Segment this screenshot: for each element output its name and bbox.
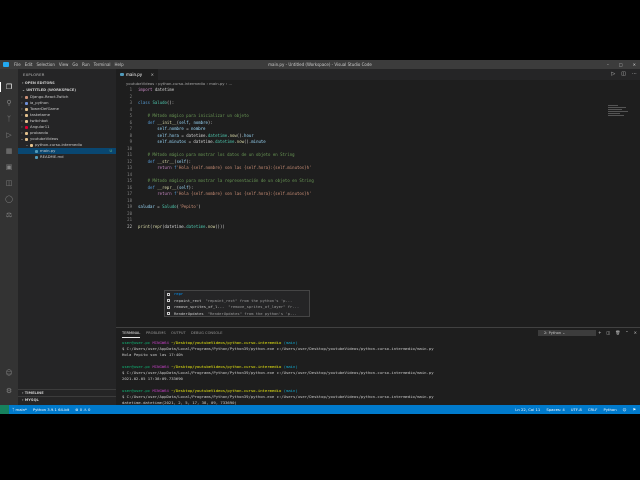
folder-icon — [25, 137, 28, 141]
suggestion-item[interactable]: RenderUpdates "RenderUpdates" from the py… — [165, 311, 309, 318]
breadcrumb-item[interactable]: main.py — [209, 81, 224, 86]
terminal-output[interactable]: user@user-pc MINGW64 ~/Desktop/youtubeVi… — [122, 340, 632, 411]
bottom-panel: TERMINAL PROBLEMS OUTPUT DEBUG CONSOLE 2… — [116, 327, 640, 411]
extensions-icon[interactable]: ▦ — [5, 147, 13, 155]
settings-gear-icon[interactable]: ⚙ — [5, 387, 13, 395]
editor-area: main.py × ▷ ◫ ⋯ youtubeVideos › python-c… — [116, 69, 640, 411]
feedback-icon[interactable]: ☺ — [623, 405, 627, 414]
breadcrumb-item[interactable]: youtubeVideos — [126, 81, 154, 86]
folder-icon — [25, 95, 28, 99]
timeline-section[interactable]: › TIMELINE — [18, 389, 116, 396]
explorer-icon[interactable]: ❐ — [5, 83, 13, 91]
open-editors-section[interactable]: › OPEN EDITORS — [18, 80, 116, 87]
folder-icon — [25, 125, 28, 129]
file-icon — [35, 155, 38, 159]
remote-explorer-icon[interactable]: ▣ — [5, 163, 13, 171]
database-icon[interactable]: ◯ — [5, 195, 13, 203]
folder-icon — [25, 119, 28, 123]
class-icon — [167, 312, 170, 315]
account-icon[interactable]: ☺ — [5, 369, 13, 377]
workspace-section[interactable]: ⌄ UNTITLED (WORKSPACE) — [18, 87, 116, 94]
tab-main-py[interactable]: main.py × — [116, 69, 158, 80]
explorer-sidebar: EXPLORER › OPEN EDITORS ⌄ UNTITLED (WORK… — [18, 69, 116, 405]
code-line: return f'Hola {self.nombre} son las {sel… — [157, 191, 312, 196]
tab-terminal[interactable]: TERMINAL — [122, 328, 141, 338]
breadcrumb: youtubeVideos › python-curso-intermedio … — [126, 81, 233, 86]
code-line: class Saludo(): — [138, 100, 175, 105]
tab-problems[interactable]: PROBLEMS — [146, 328, 166, 338]
tab-debug-console[interactable]: DEBUG CONSOLE — [191, 328, 222, 338]
source-control-icon[interactable]: ᛉ — [5, 115, 13, 123]
folder-icon — [25, 101, 28, 105]
tab-output[interactable]: OUTPUT — [171, 328, 186, 338]
close-icon[interactable]: ✕ — [633, 60, 636, 69]
tree-item[interactable]: README.md — [18, 154, 116, 160]
testing-icon[interactable]: ⚖ — [5, 211, 13, 219]
folder-icon — [25, 131, 28, 135]
file-tree: › Django-React-Twitch › ia_python › TowerDefG… — [18, 94, 116, 160]
function-icon — [167, 305, 170, 309]
breadcrumb-item[interactable]: python-curso-intermedio — [158, 81, 205, 86]
editor-actions: ▷ ◫ ⋯ — [611, 69, 637, 80]
editor-tabs: main.py × ▷ ◫ ⋯ — [116, 69, 640, 80]
file-icon — [35, 149, 38, 153]
maximize-panel-icon[interactable]: ⌃ — [625, 328, 628, 338]
python-interpreter[interactable]: Python 3.9.1 64-bit — [33, 405, 69, 414]
run-file-icon[interactable]: ▷ — [611, 69, 615, 80]
autocomplete-widget: repr repaint_rect "repaint_rect" from the… — [164, 290, 310, 317]
tab-close-icon[interactable]: × — [151, 69, 154, 80]
code-line: print(repr(datetime.datetime.now())) — [138, 223, 225, 229]
run-debug-icon[interactable]: ▷ — [5, 131, 13, 139]
branch-status[interactable]: ᛉ main* — [12, 405, 27, 414]
title-bar: File Edit Selection View Go Run Terminal… — [0, 60, 640, 69]
split-editor-icon[interactable]: ◫ — [621, 69, 626, 80]
tree-item-label: README.md — [40, 154, 64, 159]
minimize-icon[interactable]: – — [607, 60, 609, 69]
close-panel-icon[interactable]: × — [634, 328, 637, 338]
terminal-select[interactable]: 2: Python ⌄ — [538, 330, 596, 336]
minimap[interactable] — [608, 105, 630, 119]
more-actions-icon[interactable]: ⋯ — [632, 69, 637, 80]
remote-indicator-icon[interactable] — [0, 405, 9, 414]
window-title: main.py - Untitled (Workspace) - Visual … — [268, 62, 372, 67]
mysql-section[interactable]: › MYSQL — [18, 396, 116, 403]
tab-label: main.py — [126, 72, 143, 77]
function-icon — [167, 299, 170, 302]
explorer-header: EXPLORER — [23, 72, 45, 77]
language-mode[interactable]: Python — [603, 405, 616, 414]
breadcrumb-item[interactable]: ... — [228, 81, 232, 86]
cursor-position[interactable]: Ln 22, Col 11 — [515, 405, 540, 414]
active-indicator — [0, 82, 1, 92]
python-file-icon — [120, 73, 124, 76]
function-icon — [167, 292, 170, 296]
split-terminal-icon[interactable]: ◫ — [606, 328, 610, 338]
folder-icon — [25, 107, 28, 111]
problems-status[interactable]: ⊗ 0 ⚠ 0 — [75, 405, 90, 414]
code-line: saludar = Saludo('Pepito') — [138, 204, 201, 209]
vscode-window: File Edit Selection View Go Run Terminal… — [0, 60, 640, 414]
code-line: self.minutos = datetime.datetime.now().m… — [157, 139, 266, 144]
maximize-icon[interactable]: □ — [619, 60, 623, 69]
folder-icon — [30, 143, 33, 147]
indentation[interactable]: Spaces: 4 — [546, 405, 564, 414]
encoding[interactable]: UTF-8 — [571, 405, 582, 414]
docker-icon[interactable]: ◫ — [5, 179, 13, 187]
activity-bar: ❐ ⚲ ᛉ ▷ ▦ ▣ ◫ ◯ ⚖ ☺ ⚙ — [0, 69, 18, 405]
status-bar: ᛉ main* Python 3.9.1 64-bit ⊗ 0 ⚠ 0 Ln 2… — [0, 405, 640, 414]
search-icon[interactable]: ⚲ — [5, 99, 13, 107]
new-terminal-icon[interactable]: + — [598, 328, 601, 338]
notifications-icon[interactable]: ⚑ — [633, 405, 636, 414]
kill-terminal-icon[interactable]: 🗑 — [615, 328, 620, 338]
code-line: import datetime — [138, 87, 175, 92]
line-ending[interactable]: CRLF — [588, 405, 598, 414]
panel-tabs: TERMINAL PROBLEMS OUTPUT DEBUG CONSOLE 2… — [116, 328, 640, 338]
panel-actions: + ◫ 🗑 ⌃ × — [598, 328, 637, 338]
window-controls: – □ ✕ — [607, 60, 636, 69]
folder-icon — [25, 113, 28, 117]
code-line: return f'Hola {self.nombre} son las {sel… — [157, 165, 312, 170]
